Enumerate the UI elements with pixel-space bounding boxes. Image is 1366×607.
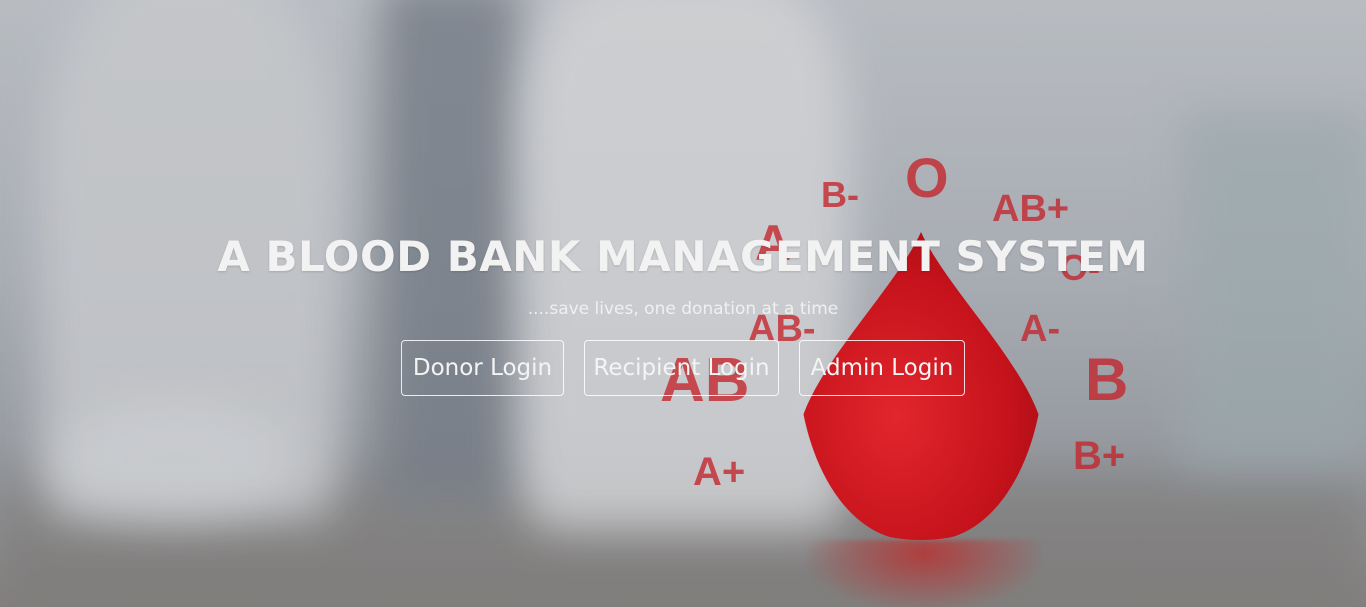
tagline: ....save lives, one donation at a time — [527, 299, 839, 319]
admin-login-button[interactable]: Admin Login — [799, 340, 965, 396]
donor-login-button[interactable]: Donor Login — [401, 340, 564, 396]
hero-content: A BLOOD BANK MANAGEMENT SYSTEM ....save … — [0, 0, 1366, 607]
hero-section: O B- AB+ A O- AB- A- AB B A+ B+ A BLOOD … — [0, 0, 1366, 607]
recipient-login-button[interactable]: Recipient Login — [584, 340, 779, 396]
page-title: A BLOOD BANK MANAGEMENT SYSTEM — [217, 232, 1149, 281]
